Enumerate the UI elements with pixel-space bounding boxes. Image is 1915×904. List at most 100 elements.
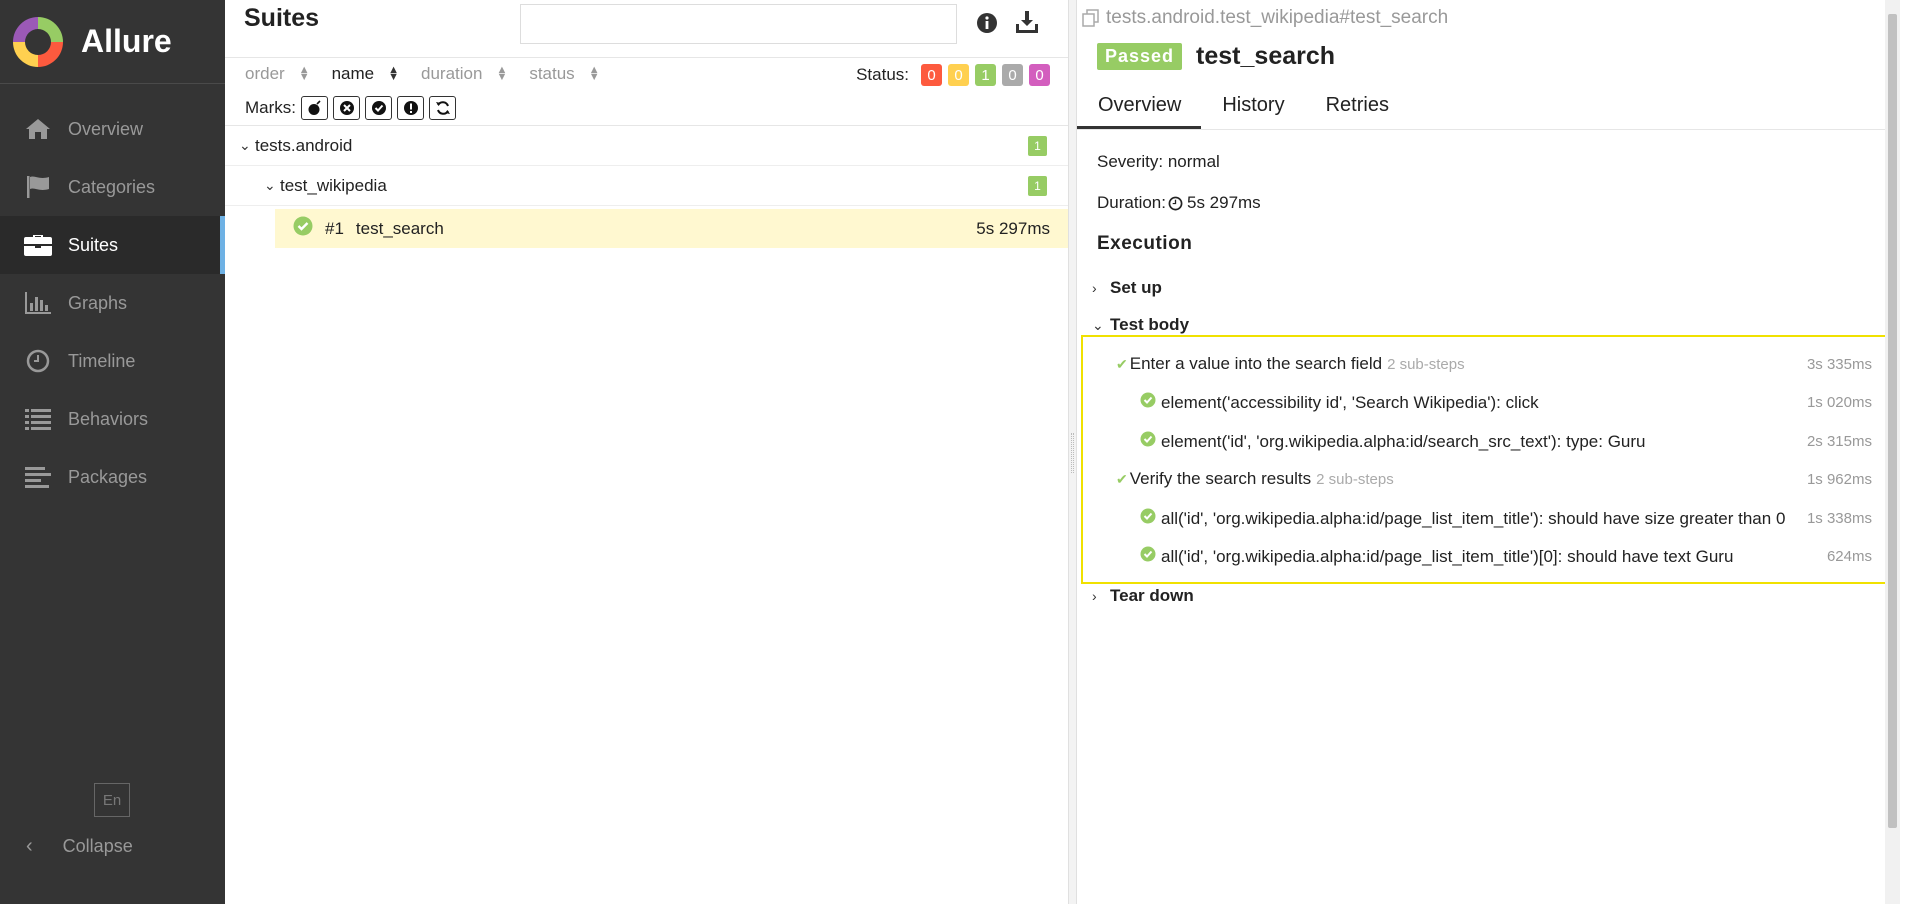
tab-history[interactable]: History xyxy=(1201,85,1304,129)
detail-tabs: Overview History Retries xyxy=(1077,85,1885,130)
chevron-down-icon: ✔ xyxy=(1116,355,1128,372)
step-type-guru[interactable]: element('id', 'org.wikipedia.alpha:id/se… xyxy=(1140,431,1880,452)
status-failed-badge[interactable]: 0 xyxy=(921,64,942,86)
sidebar-nav: Overview Categories Suites Graphs Timeli… xyxy=(0,100,225,506)
collapse-button[interactable]: ‹ Collapse xyxy=(26,835,133,858)
mark-retries-button[interactable] xyxy=(429,95,456,120)
copy-icon[interactable] xyxy=(1082,9,1100,27)
scrollbar[interactable] xyxy=(1885,0,1900,904)
brand[interactable]: Allure xyxy=(0,0,225,84)
test-body-section[interactable]: ⌄ Test body xyxy=(1092,315,1189,335)
step-label: all('id', 'org.wikipedia.alpha:id/page_l… xyxy=(1161,508,1786,528)
sidebar-item-categories[interactable]: Categories xyxy=(0,158,225,216)
passed-status-icon xyxy=(1140,392,1156,413)
exclamation-circle-icon xyxy=(403,100,418,115)
chevron-left-icon: ‹ xyxy=(26,835,33,857)
sort-name[interactable]: name ▲ ▼ xyxy=(332,64,399,84)
passed-status-icon xyxy=(1140,431,1156,452)
search-input[interactable] xyxy=(520,4,957,44)
pane-splitter[interactable] xyxy=(1068,0,1077,904)
sidebar-item-label: Behaviors xyxy=(68,408,149,429)
duration-value: 5s 297ms xyxy=(1186,193,1261,212)
sort-status[interactable]: status ▲ ▼ xyxy=(529,64,599,84)
tab-retries[interactable]: Retries xyxy=(1305,85,1409,129)
test-body-label: Test body xyxy=(1110,315,1190,334)
test-number: #1 xyxy=(325,218,344,238)
test-name: test_search xyxy=(355,218,444,238)
step-label: element('accessibility id', 'Search Wiki… xyxy=(1161,392,1539,412)
sidebar-item-overview[interactable]: Overview xyxy=(0,100,225,158)
step-label: Verify the search results xyxy=(1129,469,1312,488)
brand-name: Allure xyxy=(81,23,172,59)
group-count-badge: 1 xyxy=(1028,175,1047,196)
status-badge: Passed xyxy=(1097,43,1183,70)
step-duration: 1s 020ms xyxy=(1806,394,1872,411)
tree-group-test-wikipedia[interactable]: ⌄ test_wikipedia 1 xyxy=(225,166,1068,206)
mark-flaky-button[interactable] xyxy=(301,95,328,120)
language-button[interactable]: En xyxy=(94,783,130,817)
tree-group-label: test_wikipedia xyxy=(280,175,387,195)
splitter-grip xyxy=(1071,433,1074,473)
execution-heading: Execution xyxy=(1097,233,1193,254)
marks-label: Marks: xyxy=(245,97,296,117)
tree-leaf-test-search[interactable]: #1 test_search 5s 297ms xyxy=(275,209,1068,248)
times-circle-icon xyxy=(339,100,354,115)
sort-label: duration xyxy=(421,64,483,83)
teardown-section[interactable]: › Tear down xyxy=(1092,586,1194,606)
status-label: Status: xyxy=(856,65,909,84)
test-path-text: tests.android.test_wikipedia#test_search xyxy=(1106,7,1449,28)
sidebar-item-packages[interactable]: Packages xyxy=(0,448,225,506)
status-skipped-badge[interactable]: 0 xyxy=(1002,64,1023,86)
sort-duration[interactable]: duration ▲ ▼ xyxy=(421,64,507,84)
mark-new-failed-button[interactable] xyxy=(333,95,360,120)
sidebar-item-label: Timeline xyxy=(68,350,136,371)
teardown-label: Tear down xyxy=(1110,586,1194,605)
chevron-down-icon: ✔ xyxy=(1116,470,1128,487)
list-icon xyxy=(22,406,54,432)
info-icon[interactable] xyxy=(976,12,998,39)
sidebar-item-timeline[interactable]: Timeline xyxy=(0,332,225,390)
sidebar-item-label: Suites xyxy=(68,234,119,255)
step-duration: 1s 338ms xyxy=(1806,510,1872,527)
mark-new-passed-button[interactable] xyxy=(365,95,392,120)
sidebar-item-graphs[interactable]: Graphs xyxy=(0,274,225,332)
status-unknown-badge[interactable]: 0 xyxy=(1029,64,1050,86)
chevron-right-icon: › xyxy=(1092,588,1097,604)
download-icon[interactable] xyxy=(1015,10,1039,39)
tab-overview[interactable]: Overview xyxy=(1077,85,1202,129)
briefcase-icon xyxy=(22,232,54,258)
setup-section[interactable]: › Set up xyxy=(1092,278,1162,298)
chevron-down-icon: ⌄ xyxy=(239,137,251,153)
sidebar-item-suites[interactable]: Suites xyxy=(0,216,225,274)
sort-label: name xyxy=(331,64,375,83)
sidebar-item-behaviors[interactable]: Behaviors xyxy=(0,390,225,448)
step-text-check[interactable]: all('id', 'org.wikipedia.alpha:id/page_l… xyxy=(1140,546,1880,567)
passed-status-icon xyxy=(1140,546,1156,567)
severity-field: Severity: normal xyxy=(1097,152,1220,171)
step-click-search[interactable]: element('accessibility id', 'Search Wiki… xyxy=(1140,392,1880,413)
flag-icon xyxy=(22,174,54,200)
sort-arrows-icon: ▲ ▼ xyxy=(298,64,310,83)
step-enter-value[interactable]: ✔ Enter a value into the search field 2 … xyxy=(1116,354,1880,374)
refresh-icon xyxy=(435,100,450,115)
step-duration: 1s 962ms xyxy=(1806,470,1872,488)
clock-icon xyxy=(1168,196,1183,210)
sort-arrows-icon: ▲ ▼ xyxy=(588,64,600,83)
step-verify-results[interactable]: ✔ Verify the search results 2 sub-steps … xyxy=(1116,469,1880,489)
test-path[interactable]: tests.android.test_wikipedia#test_search xyxy=(1082,7,1448,29)
sidebar-item-label: Overview xyxy=(68,118,144,139)
collapse-label: Collapse xyxy=(62,836,133,856)
page-title: Suites xyxy=(244,4,320,32)
mark-new-broken-button[interactable] xyxy=(397,95,424,120)
scrollbar-thumb[interactable] xyxy=(1888,14,1897,828)
tree-group-label: tests.android xyxy=(255,135,353,155)
status-broken-badge[interactable]: 0 xyxy=(948,64,969,86)
step-size-check[interactable]: all('id', 'org.wikipedia.alpha:id/page_l… xyxy=(1140,508,1880,529)
home-icon xyxy=(22,116,54,142)
status-passed-badge[interactable]: 1 xyxy=(975,64,996,86)
sidebar-item-label: Graphs xyxy=(68,292,128,313)
tree-group-tests-android[interactable]: ⌄ tests.android 1 xyxy=(225,126,1068,166)
bar-chart-icon xyxy=(22,290,54,316)
duration-label: Duration: xyxy=(1097,193,1166,212)
sort-order[interactable]: order ▲ ▼ xyxy=(245,64,310,84)
